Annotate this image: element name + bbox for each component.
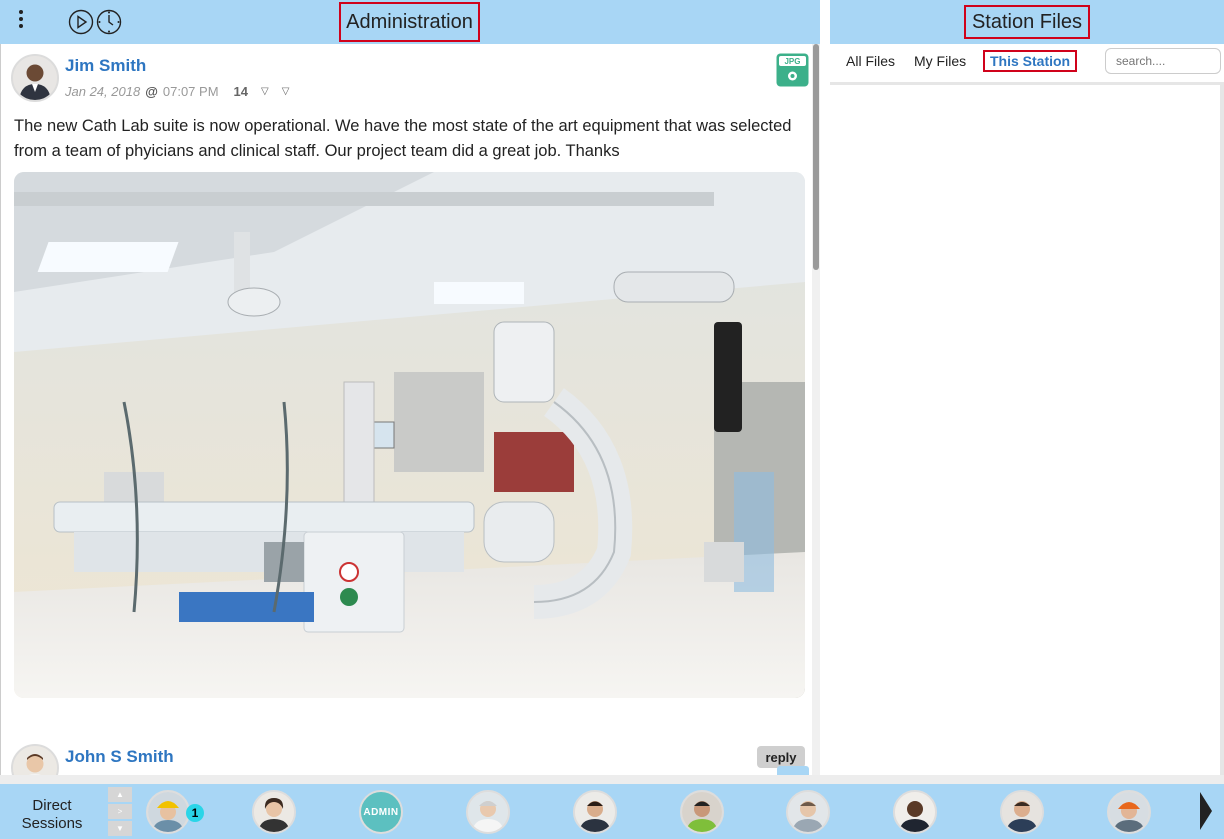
notification-badge: 1 (186, 804, 204, 822)
tab-all-files[interactable]: All Files (846, 53, 895, 69)
kebab-menu-icon[interactable] (14, 10, 28, 34)
avatar[interactable] (11, 54, 59, 102)
expand-triangle-icon[interactable]: ▽ (261, 86, 269, 97)
session-avatar[interactable] (786, 790, 830, 834)
at-symbol: @ (145, 84, 158, 99)
post-date: Jan 24, 2018 (65, 84, 141, 99)
file-tabs: All Files My Files This Station (830, 44, 1224, 80)
cath-lab-photo[interactable] (14, 172, 805, 698)
tab-my-files[interactable]: My Files (914, 53, 966, 69)
session-avatar[interactable] (1107, 790, 1151, 834)
admin-avatar[interactable]: ADMIN (359, 790, 403, 834)
session-avatar[interactable] (146, 790, 190, 834)
panel-title-administration: Administration (339, 2, 480, 42)
station-files-list (830, 82, 1224, 775)
scrollbar[interactable] (812, 44, 820, 775)
play-icon[interactable] (68, 9, 94, 35)
collapse-triangle-icon[interactable]: ▽ (282, 86, 290, 97)
tab-this-station[interactable]: This Station (983, 50, 1078, 72)
session-avatar[interactable] (893, 790, 937, 834)
scroll-up-icon[interactable]: ▲ (108, 787, 132, 802)
session-avatar[interactable] (680, 790, 724, 834)
post-view-count: 14 (233, 84, 248, 99)
divider (0, 775, 1224, 784)
scrollbar-thumb[interactable] (813, 44, 819, 270)
doc-file-icon[interactable] (777, 766, 809, 775)
post-meta: Jan 24, 2018 @ 07:07 PM 14 ▽ ▽ (65, 84, 289, 99)
next-sessions-arrow-icon[interactable] (1198, 788, 1214, 834)
direct-sessions-label-line1: Direct (32, 797, 72, 814)
avatar[interactable] (11, 744, 59, 775)
scroll-right-icon[interactable]: > (108, 804, 132, 819)
session-scroll-stepper: ▲ > ▼ (108, 787, 132, 836)
playback-controls (68, 9, 122, 35)
jpg-file-icon[interactable]: JPG (776, 53, 809, 87)
search-input[interactable] (1105, 48, 1221, 74)
post-author[interactable]: John S Smith (65, 747, 174, 767)
clock-icon[interactable] (96, 9, 122, 35)
jpg-label: JPG (784, 57, 800, 66)
session-avatar[interactable] (1000, 790, 1044, 834)
direct-sessions-bar: Direct Sessions ▲ > ▼ ADMIN (0, 775, 1224, 839)
session-avatar[interactable] (252, 790, 296, 834)
reply-button[interactable]: reply (757, 746, 805, 768)
session-avatar[interactable] (466, 790, 510, 834)
post-time: 07:07 PM (162, 84, 219, 99)
scroll-down-icon[interactable]: ▼ (108, 821, 132, 836)
post-feed: Jim Smith Jan 24, 2018 @ 07:07 PM 14 ▽ ▽… (0, 44, 820, 775)
direct-sessions-label: Direct Sessions (10, 797, 94, 833)
direct-sessions-label-line2: Sessions (21, 815, 83, 832)
post-body: The new Cath Lab suite is now operationa… (14, 117, 792, 160)
scrollbar[interactable] (1220, 82, 1224, 775)
panel-title-station-files: Station Files (964, 5, 1090, 39)
post-author[interactable]: Jim Smith (65, 56, 146, 76)
session-avatar[interactable] (573, 790, 617, 834)
